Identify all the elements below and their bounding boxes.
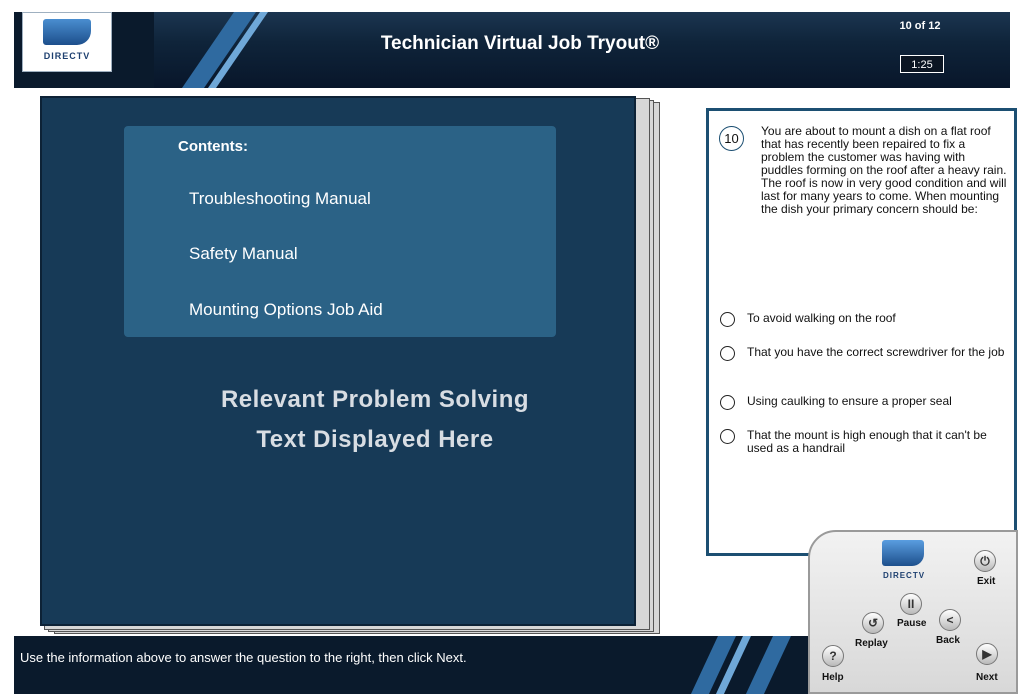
help-icon: ? — [829, 649, 837, 663]
contents-item-mounting-options-job-aid[interactable]: Mounting Options Job Aid — [189, 300, 383, 320]
help-button[interactable]: ? — [822, 645, 844, 667]
help-label: Help — [822, 672, 844, 683]
relevant-text-line-1: Relevant Problem Solving — [220, 386, 530, 413]
next-label: Next — [976, 672, 998, 683]
answer-option-label: That the mount is high enough that it ca… — [747, 428, 987, 455]
logo-text: DIRECTV — [43, 51, 91, 61]
next-button[interactable]: ▶ — [976, 643, 998, 665]
instruction-text: Use the information above to answer the … — [20, 650, 467, 665]
back-button[interactable]: < — [939, 609, 961, 631]
exit-button[interactable]: ⏻ — [974, 550, 996, 572]
directv-logo-icon — [882, 540, 924, 566]
replay-label: Replay — [855, 638, 888, 649]
replay-icon: ↺ — [867, 616, 879, 630]
question-text: You are about to mount a dish on a flat … — [761, 124, 1007, 216]
radio-button[interactable] — [720, 346, 735, 361]
answer-option-label: Using caulking to ensure a proper seal — [747, 394, 952, 408]
radio-button[interactable] — [720, 395, 735, 410]
replay-button[interactable]: ↺ — [862, 612, 884, 634]
question-progress: 10 of 12 — [899, 20, 941, 32]
relevant-text-line-2: Text Displayed Here — [256, 426, 494, 453]
contents-title: Contents: — [178, 138, 248, 155]
timer-display: 1:25 — [900, 55, 944, 73]
pause-button[interactable]: II — [900, 593, 922, 615]
header-stripe-decoration — [182, 12, 268, 88]
answer-option-label: To avoid walking on the roof — [747, 311, 896, 325]
radio-button[interactable] — [720, 312, 735, 327]
relevant-text-placeholder: Relevant Problem Solving Text Displayed … — [60, 380, 690, 460]
pause-icon: II — [907, 597, 915, 611]
back-arrow-icon: < — [946, 613, 954, 627]
page-title: Technician Virtual Job Tryout® — [380, 33, 660, 54]
directv-logo-icon — [43, 19, 91, 45]
exit-label: Exit — [977, 576, 996, 587]
contents-item-safety-manual[interactable]: Safety Manual — [189, 244, 298, 264]
pause-label: Pause — [897, 618, 927, 629]
directv-logo: DIRECTV — [22, 12, 112, 72]
back-label: Back — [936, 635, 960, 646]
next-arrow-icon: ▶ — [982, 647, 992, 661]
controller-logo-text: DIRECTV — [882, 571, 926, 580]
contents-item-troubleshooting-manual[interactable]: Troubleshooting Manual — [189, 189, 371, 209]
answer-option-label: That you have the correct screwdriver fo… — [747, 345, 1005, 359]
radio-button[interactable] — [720, 429, 735, 444]
question-number-badge: 10 — [719, 126, 744, 151]
power-icon: ⏻ — [980, 554, 990, 568]
